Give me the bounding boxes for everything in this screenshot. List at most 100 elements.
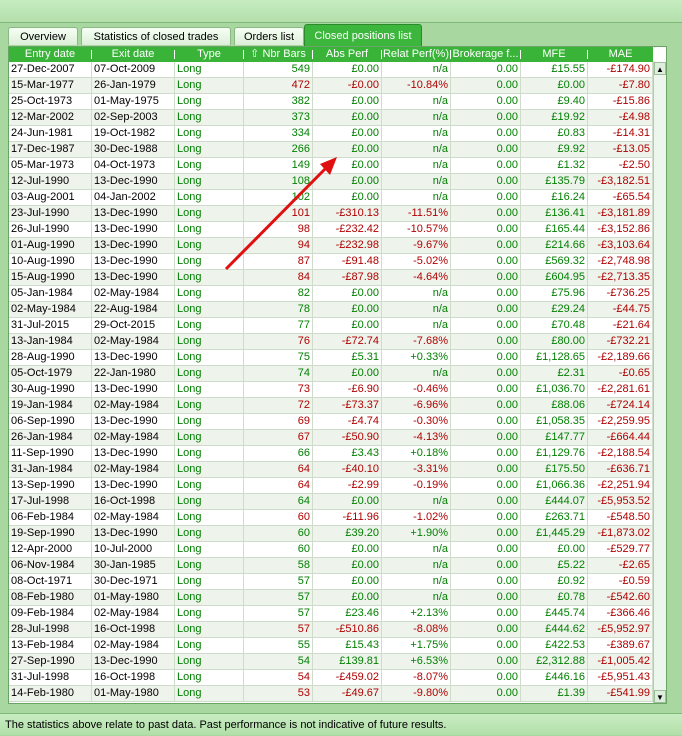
relat-perf-cell: -10.57%: [382, 222, 451, 237]
nbr-bars-cell: 373: [244, 110, 313, 125]
table-row[interactable]: 23-Jul-1990 13-Dec-1990 Long 101 -£310.13 -11…: [9, 206, 653, 222]
table-row[interactable]: 24-Jun-1981 19-Oct-1982 Long 334 £0.00 n/a 0.0…: [9, 126, 653, 142]
abs-perf-cell: -£73.37: [313, 398, 382, 413]
brokerage-cell: 0.00: [451, 190, 521, 205]
table-row[interactable]: 08-Oct-1971 30-Dec-1971 Long 57 £0.00 n/a 0.00…: [9, 574, 653, 590]
scroll-down-icon[interactable]: ▼: [654, 690, 666, 703]
exit-date-cell: 13-Dec-1990: [92, 526, 175, 541]
brokerage-cell: 0.00: [451, 62, 521, 77]
relat-perf-cell: n/a: [382, 574, 451, 589]
table-row[interactable]: 25-Oct-1973 01-May-1975 Long 382 £0.00 n/a 0.0…: [9, 94, 653, 110]
vertical-scrollbar[interactable]: ▲ ▼: [653, 62, 666, 703]
table-row[interactable]: 17-Dec-1987 30-Dec-1988 Long 266 £0.00 n/a 0.0…: [9, 142, 653, 158]
relat-perf-cell: n/a: [382, 142, 451, 157]
table-row[interactable]: 13-Sep-1990 13-Dec-1990 Long 64 -£2.99 -0.19%…: [9, 478, 653, 494]
scroll-up-icon[interactable]: ▲: [654, 62, 666, 75]
column-header-entry-date[interactable]: Entry date: [9, 47, 91, 62]
column-header-mae[interactable]: MAE: [588, 47, 653, 62]
mfe-cell: £1.39: [521, 686, 588, 701]
table-row[interactable]: 12-Jul-1990 13-Dec-1990 Long 108 £0.00 n/a 0.0…: [9, 174, 653, 190]
table-row[interactable]: 31-Jul-2015 29-Oct-2015 Long 77 £0.00 n/a 0.00…: [9, 318, 653, 334]
closed-positions-table: Entry date Exit date Type ⇧ Nbr Bars Abs…: [8, 46, 667, 704]
tab-overview[interactable]: Overview: [8, 27, 78, 45]
tab-closed-positions-list[interactable]: Closed positions list: [304, 24, 422, 46]
brokerage-cell: 0.00: [451, 590, 521, 605]
relat-perf-cell: +2.13%: [382, 606, 451, 621]
nbr-bars-cell: 54: [244, 670, 313, 685]
table-row[interactable]: 28-Jul-1998 16-Oct-1998 Long 57 -£510.86 -8.0…: [9, 622, 653, 638]
mfe-cell: £75.96: [521, 286, 588, 301]
table-row[interactable]: 05-Mar-1973 04-Oct-1973 Long 149 £0.00 n/a 0.0…: [9, 158, 653, 174]
tab-statistics-of-closed-trades[interactable]: Statistics of closed trades: [81, 27, 231, 45]
table-row[interactable]: 01-Aug-1990 13-Dec-1990 Long 94 -£232.98 -9.6…: [9, 238, 653, 254]
brokerage-cell: 0.00: [451, 78, 521, 93]
table-row[interactable]: 26-Jul-1990 13-Dec-1990 Long 98 -£232.42 -10.…: [9, 222, 653, 238]
table-row[interactable]: 06-Nov-1984 30-Jan-1985 Long 58 £0.00 n/a 0.00…: [9, 558, 653, 574]
exit-date-cell: 13-Dec-1990: [92, 254, 175, 269]
table-row[interactable]: 13-Feb-1984 02-May-1984 Long 55 £15.43 +1.75%…: [9, 638, 653, 654]
type-cell: Long: [175, 222, 244, 237]
exit-date-cell: 13-Dec-1990: [92, 654, 175, 669]
relat-perf-cell: -1.02%: [382, 510, 451, 525]
table-row[interactable]: 02-May-1984 22-Aug-1984 Long 78 £0.00 n/a 0.00…: [9, 302, 653, 318]
tab-orders-list[interactable]: Orders list: [234, 27, 304, 45]
relat-perf-cell: n/a: [382, 190, 451, 205]
table-row[interactable]: 27-Dec-2007 07-Oct-2009 Long 549 £0.00 n/a 0.0…: [9, 62, 653, 78]
abs-perf-cell: £0.00: [313, 574, 382, 589]
table-row[interactable]: 12-Mar-2002 02-Sep-2003 Long 373 £0.00 n/a 0.0…: [9, 110, 653, 126]
column-header-nbr-bars[interactable]: ⇧ Nbr Bars: [244, 47, 312, 62]
mfe-cell: £165.44: [521, 222, 588, 237]
table-row[interactable]: 14-Feb-1980 01-May-1980 Long 53 -£49.67 -9.80…: [9, 686, 653, 702]
table-row[interactable]: 19-Sep-1990 13-Dec-1990 Long 60 £39.20 +1.90%…: [9, 526, 653, 542]
type-cell: Long: [175, 78, 244, 93]
column-header-relat-perf[interactable]: Relat Perf(%): [382, 47, 450, 62]
table-row[interactable]: 19-Jan-1984 02-May-1984 Long 72 -£73.37 -6.96…: [9, 398, 653, 414]
mae-cell: -£1,005.42: [588, 654, 653, 669]
nbr-bars-cell: 60: [244, 510, 313, 525]
table-row[interactable]: 31-Jul-1998 16-Oct-1998 Long 54 -£459.02 -8.0…: [9, 670, 653, 686]
entry-date-cell: 03-Aug-2001: [9, 190, 92, 205]
table-row[interactable]: 17-Jul-1998 16-Oct-1998 Long 64 £0.00 n/a 0.00…: [9, 494, 653, 510]
table-row[interactable]: 09-Feb-1984 02-May-1984 Long 57 £23.46 +2.13%…: [9, 606, 653, 622]
nbr-bars-cell: 67: [244, 430, 313, 445]
exit-date-cell: 13-Dec-1990: [92, 478, 175, 493]
abs-perf-cell: £0.00: [313, 318, 382, 333]
table-row[interactable]: 26-Jan-1984 02-May-1984 Long 67 -£50.90 -4.13…: [9, 430, 653, 446]
mfe-cell: £263.71: [521, 510, 588, 525]
table-row[interactable]: 31-Jan-1984 02-May-1984 Long 64 -£40.10 -3.31…: [9, 462, 653, 478]
table-row[interactable]: 30-Aug-1990 13-Dec-1990 Long 73 -£6.90 -0.46%…: [9, 382, 653, 398]
table-row[interactable]: 27-Sep-1990 13-Dec-1990 Long 54 £139.81 +6.53…: [9, 654, 653, 670]
entry-date-cell: 13-Jan-1984: [9, 334, 92, 349]
column-header-abs-perf[interactable]: Abs Perf: [313, 47, 381, 62]
abs-perf-cell: £139.81: [313, 654, 382, 669]
table-row[interactable]: 06-Sep-1990 13-Dec-1990 Long 69 -£4.74 -0.30%…: [9, 414, 653, 430]
table-row[interactable]: 13-Jan-1984 02-May-1984 Long 76 -£72.74 -7.68…: [9, 334, 653, 350]
table-row[interactable]: 05-Oct-1979 22-Jan-1980 Long 74 £0.00 n/a 0.00…: [9, 366, 653, 382]
table-row[interactable]: 06-Feb-1984 02-May-1984 Long 60 -£11.96 -1.02…: [9, 510, 653, 526]
table-row[interactable]: 10-Aug-1990 13-Dec-1990 Long 87 -£91.48 -5.02…: [9, 254, 653, 270]
mae-cell: -£174.90: [588, 62, 653, 77]
column-header-type[interactable]: Type: [175, 47, 243, 62]
table-row[interactable]: 08-Feb-1980 01-May-1980 Long 57 £0.00 n/a 0.00…: [9, 590, 653, 606]
type-cell: Long: [175, 590, 244, 605]
table-row[interactable]: 15-Mar-1977 26-Jan-1979 Long 472 -£0.00 -10.8…: [9, 78, 653, 94]
abs-perf-cell: £0.00: [313, 590, 382, 605]
entry-date-cell: 12-Jul-1990: [9, 174, 92, 189]
exit-date-cell: 30-Jan-1985: [92, 558, 175, 573]
table-row[interactable]: 15-Aug-1990 13-Dec-1990 Long 84 -£87.98 -4.64…: [9, 270, 653, 286]
table-row[interactable]: 05-Jan-1984 02-May-1984 Long 82 £0.00 n/a 0.00…: [9, 286, 653, 302]
column-header-brokerage[interactable]: Brokerage f...: [451, 47, 520, 62]
type-cell: Long: [175, 142, 244, 157]
column-header-mfe[interactable]: MFE: [521, 47, 587, 62]
abs-perf-cell: £5.31: [313, 350, 382, 365]
table-row[interactable]: 03-Aug-2001 04-Jan-2002 Long 102 £0.00 n/a 0.0…: [9, 190, 653, 206]
mfe-cell: £604.95: [521, 270, 588, 285]
column-header-exit-date[interactable]: Exit date: [92, 47, 174, 62]
brokerage-cell: 0.00: [451, 638, 521, 653]
nbr-bars-cell: 266: [244, 142, 313, 157]
table-row[interactable]: 28-Aug-1990 13-Dec-1990 Long 75 £5.31 +0.33% 0…: [9, 350, 653, 366]
nbr-bars-cell: 64: [244, 478, 313, 493]
table-row[interactable]: 11-Sep-1990 13-Dec-1990 Long 66 £3.43 +0.18% 0…: [9, 446, 653, 462]
mae-cell: -£529.77: [588, 542, 653, 557]
table-row[interactable]: 12-Apr-2000 10-Jul-2000 Long 60 £0.00 n/a 0.00…: [9, 542, 653, 558]
